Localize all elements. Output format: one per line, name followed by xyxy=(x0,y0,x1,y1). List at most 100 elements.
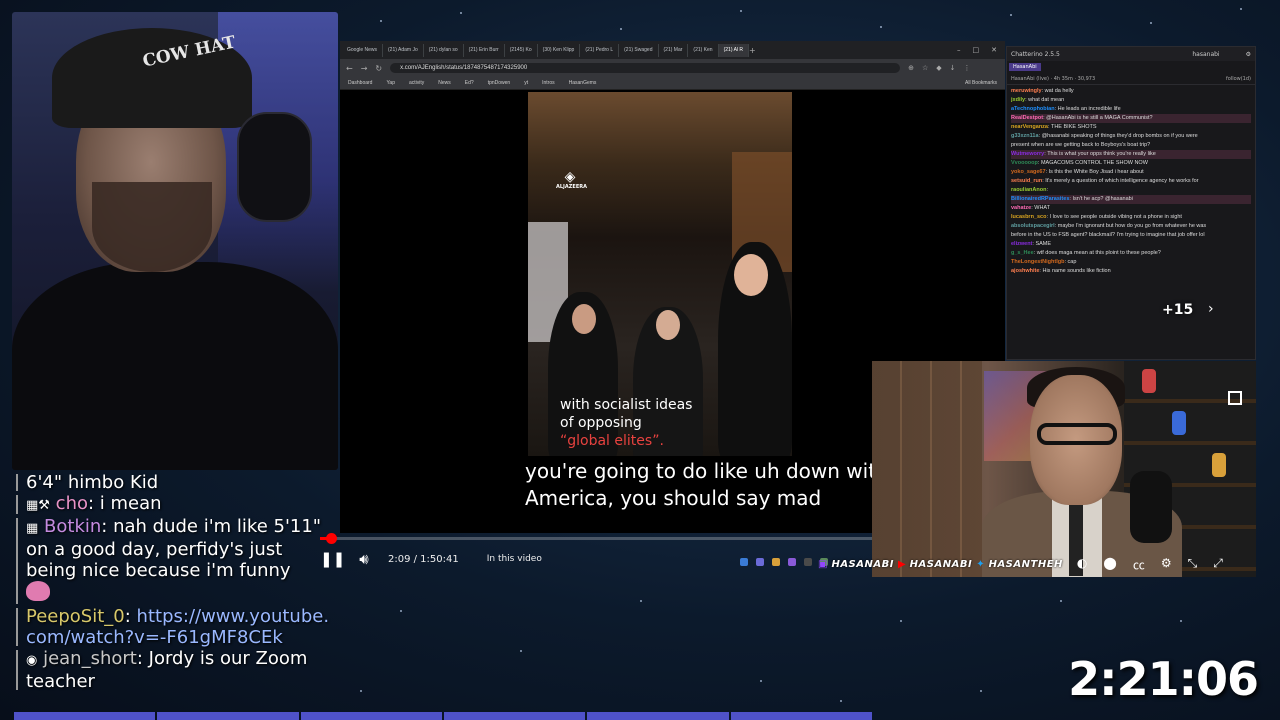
chatterino-username[interactable]: RealDestpot xyxy=(1011,115,1043,121)
forward-icon[interactable]: → xyxy=(361,64,368,73)
bookmark-item[interactable]: Ed? xyxy=(465,80,474,86)
bookmark-item[interactable]: yt xyxy=(524,80,528,86)
chatterino-message-text: wtf does maga mean at this ploint to the… xyxy=(1036,250,1161,256)
chat-message: ◉ jean_short: Jordy is our Zoom teacher xyxy=(12,648,332,692)
reel-face xyxy=(572,304,596,334)
chatterino-username[interactable]: ajoshwhite xyxy=(1011,268,1039,274)
chatterino-username[interactable]: jxdily xyxy=(1011,97,1025,103)
expand-icon[interactable] xyxy=(1228,391,1242,405)
chat-username[interactable]: Botkin xyxy=(44,516,101,537)
download-icon[interactable]: ↓ xyxy=(950,64,956,72)
chatterino-username[interactable]: yoko_sage67 xyxy=(1011,169,1046,175)
host-socials-bar: ▣ HASANABI ▶ HASANABI ✦ HASANTHEH ◐ ⬤ ㏄ … xyxy=(818,554,1256,574)
chatterino-username[interactable]: BillionairedRParasites xyxy=(1011,196,1069,202)
browser-tab-bar: Google News (21) Adam Jo (21) dylan so (… xyxy=(340,41,1005,59)
settings-icon[interactable]: ⚙ xyxy=(1161,556,1172,573)
chat-username[interactable]: PeepoSit_0 xyxy=(26,606,125,627)
chatterino-username[interactable]: meruwingly xyxy=(1011,88,1042,94)
bookmark-item[interactable]: News xyxy=(438,80,451,86)
reel-caption-highlight: “global elites”. xyxy=(560,433,664,449)
menu-icon[interactable]: ⋮ xyxy=(964,64,971,72)
miniplayer-icon[interactable]: ◐ xyxy=(1077,556,1087,573)
taskbar-app-icon[interactable] xyxy=(788,558,796,566)
maximize-icon[interactable]: □ xyxy=(973,46,980,54)
chatterino-username[interactable]: vahatze xyxy=(1011,205,1031,211)
taskbar-app-icon[interactable] xyxy=(740,558,748,566)
chatterino-message-text: SAME xyxy=(1035,241,1052,247)
browser-tab[interactable]: (21) dylan so xyxy=(424,43,464,57)
chatterino-username[interactable]: Vvooooop xyxy=(1011,160,1038,166)
taskbar-app-icon[interactable] xyxy=(804,558,812,566)
chatterino-message: jxdily: what dat mean xyxy=(1011,97,1065,103)
social-handle: HASANTHEH xyxy=(988,558,1063,570)
url-input[interactable]: x.com/AJEnglish/status/18748754871743259… xyxy=(390,63,901,73)
chatterino-user[interactable]: hasanabi xyxy=(1192,51,1219,58)
follow-mode[interactable]: follow(1d) xyxy=(1226,76,1251,82)
bookmark-item[interactable]: Yap xyxy=(386,80,395,86)
zoom-icon[interactable]: ⊕ xyxy=(908,64,914,72)
chatterino-settings-icon[interactable]: ⚙ xyxy=(1246,51,1251,58)
chatterino-username[interactable]: nearVenganza xyxy=(1011,124,1048,130)
all-bookmarks[interactable]: All Bookmarks xyxy=(965,80,997,86)
chatterino-username[interactable]: setsuid_run xyxy=(1011,178,1042,184)
video-progress-bar[interactable] xyxy=(320,533,872,544)
strip-segment xyxy=(157,712,299,720)
chevron-right-icon[interactable]: › xyxy=(1208,301,1214,317)
chatterino-message: Vvooooop: MAGACOMS CONTROL THE SHOW NOW xyxy=(1011,160,1148,166)
bookmark-item[interactable]: HasanGems xyxy=(569,80,597,86)
chatterino-username[interactable]: absolutspacegirl xyxy=(1011,223,1055,229)
browser-tab[interactable]: (21) Erin Burr xyxy=(464,43,505,57)
chat-separator: : xyxy=(88,493,100,514)
browser-tab[interactable]: (21) Ken xyxy=(688,43,719,57)
bookmark-item[interactable]: Dashboard xyxy=(348,80,372,86)
browser-tab[interactable]: (2145) Ko xyxy=(505,43,538,57)
chatterino-message: before in the US to FSB agent? blackmail… xyxy=(1011,231,1251,240)
volume-icon[interactable]: 🔊︎ xyxy=(354,550,374,568)
reel-face xyxy=(656,310,680,340)
chatterino-username[interactable]: aTechnophobian xyxy=(1011,106,1055,112)
chatterino-username[interactable]: g33xzn11a xyxy=(1011,133,1039,139)
chatterino-username[interactable]: TheLongestNightIgb xyxy=(1011,259,1064,265)
in-this-video-chapter[interactable]: In this video xyxy=(487,554,542,564)
fullscreen-icon[interactable]: ⤢ xyxy=(1213,556,1223,573)
embedded-video-reel[interactable]: ◈ ALJAZEERA with socialist ideas of oppo… xyxy=(528,92,792,456)
more-messages-count[interactable]: +15 xyxy=(1162,302,1193,318)
reload-icon[interactable]: ↻ xyxy=(375,64,382,73)
theater-icon[interactable]: ⤡ xyxy=(1188,556,1198,573)
star-icon[interactable]: ☆ xyxy=(922,64,928,72)
browser-tab[interactable]: (30) Ken Klipp xyxy=(538,43,581,57)
chatterino-username[interactable]: Wutmeworry xyxy=(1011,151,1044,157)
strip-segment xyxy=(587,712,729,720)
bookmark-item[interactable]: activity xyxy=(409,80,424,86)
browser-tab[interactable]: Google News xyxy=(342,43,384,57)
taskbar-app-icon[interactable] xyxy=(772,558,780,566)
extensions-icon[interactable]: ◆ xyxy=(936,64,941,72)
bookmark-item[interactable]: Intros xyxy=(542,80,555,86)
chat-username[interactable]: cho xyxy=(56,493,88,514)
webcam-microphone xyxy=(237,112,312,222)
captions-icon[interactable]: ㏄ xyxy=(1133,556,1145,573)
subtitle-line: you're going to do like uh down with xyxy=(525,459,889,483)
chat-username[interactable]: jean_short xyxy=(43,648,137,669)
autoplay-toggle-icon[interactable]: ⬤ xyxy=(1103,556,1116,573)
back-icon[interactable]: ← xyxy=(346,64,353,73)
chatterino-username[interactable]: elizwent xyxy=(1011,241,1032,247)
chatterino-username[interactable]: lucasbrn_sco xyxy=(1011,214,1046,220)
browser-tab[interactable]: (21) Swaged xyxy=(619,43,659,57)
taskbar-app-icon[interactable] xyxy=(756,558,764,566)
browser-tab-active[interactable]: (21) Al R xyxy=(718,43,750,57)
chatterino-tab-hasanabi[interactable]: HasanAbi xyxy=(1009,63,1041,71)
browser-tab[interactable]: (21) Adam Jo xyxy=(383,43,424,57)
chatterino-message-list: meruwingly: wat da helly jxdily: what dat… xyxy=(1007,85,1255,278)
browser-tab[interactable]: (21) Mar xyxy=(659,43,689,57)
chat-separator: : xyxy=(124,606,137,627)
video-time: 2:09 / 1:50:41 xyxy=(388,553,459,565)
minimize-icon[interactable]: – xyxy=(957,46,961,54)
bookmark-item[interactable]: tpnDowen xyxy=(488,80,511,86)
chatterino-username[interactable]: raoulianAnon xyxy=(1011,187,1046,193)
close-icon[interactable]: ✕ xyxy=(991,46,997,54)
chatterino-message-text: before in the US to FSB agent? blackmail… xyxy=(1011,232,1205,238)
chatterino-username[interactable]: g_s_Hee xyxy=(1011,250,1034,256)
browser-tab[interactable]: (21) Pedro L xyxy=(580,43,620,57)
new-tab-icon[interactable]: + xyxy=(749,46,756,55)
